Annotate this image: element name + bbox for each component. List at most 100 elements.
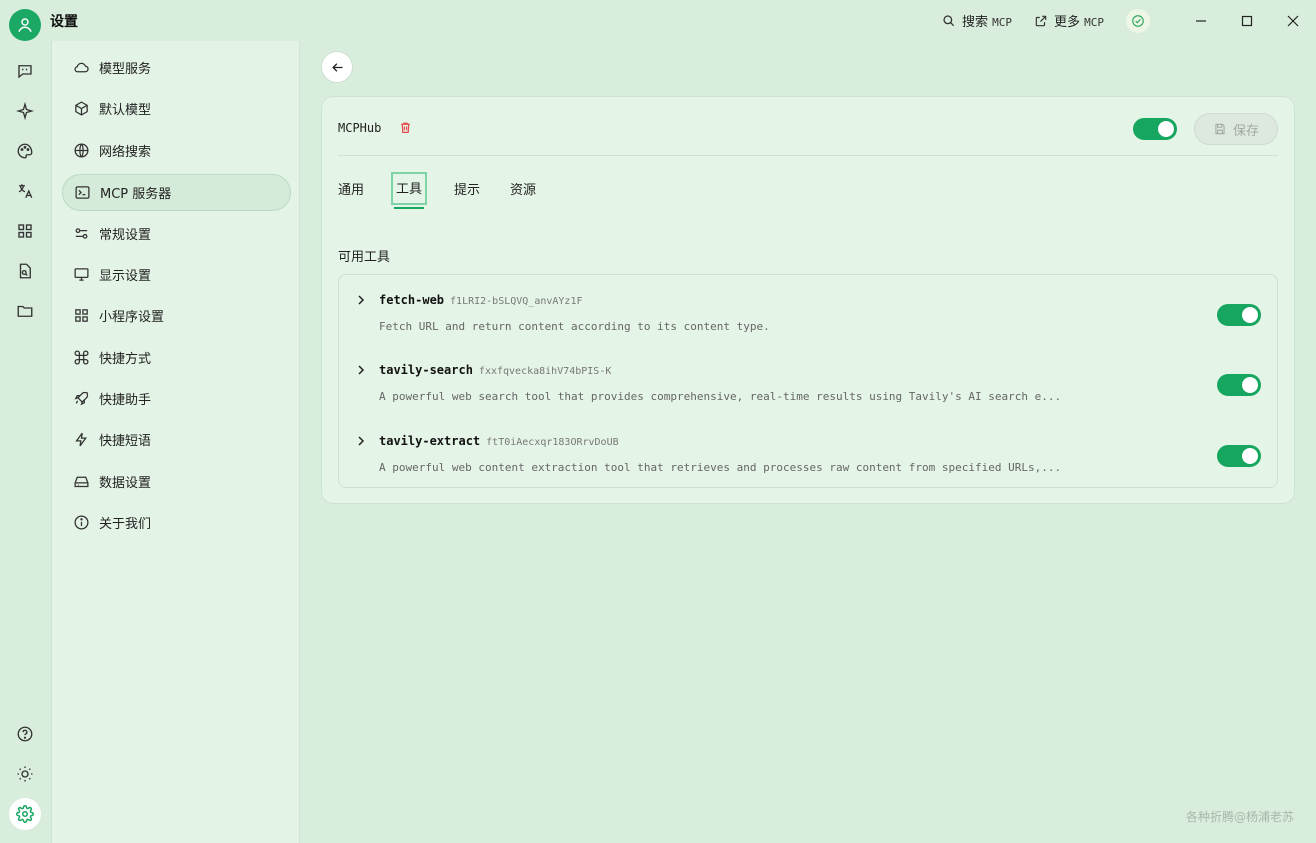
command-icon	[72, 349, 90, 367]
app-title: 设置	[50, 14, 78, 30]
cube-icon	[72, 100, 90, 118]
tool-row: fetch-web f1LRI2-bSLQVQ_anvAYz1F Fetch UR…	[339, 280, 1277, 340]
settings-rail-button[interactable]	[9, 798, 41, 830]
chevron-right-icon[interactable]	[355, 435, 367, 447]
chat-icon[interactable]	[13, 59, 37, 83]
drive-icon	[72, 473, 90, 491]
palette-icon[interactable]	[13, 139, 37, 163]
globe-icon	[72, 142, 90, 160]
sidebar-item-mini-apps[interactable]: 小程序设置	[62, 297, 291, 334]
file-search-icon[interactable]	[13, 259, 37, 283]
tool-id: fxxfqvecka8ihV74bPIS-K	[478, 366, 612, 377]
sidebar-item-general[interactable]: 常规设置	[62, 215, 291, 252]
sidebar-item-label: 小程序设置	[99, 310, 165, 325]
cloud-icon	[72, 59, 90, 77]
more-mcp-label: 更多 MCP	[1053, 15, 1104, 30]
user-avatar[interactable]	[9, 9, 41, 41]
save-icon	[1215, 123, 1225, 135]
status-check[interactable]	[1126, 8, 1150, 33]
sidebar-item-label: 默认模型	[99, 103, 152, 118]
tool-name: tavily-extract ftT0iAecxqr183ORrvDoUB	[379, 434, 619, 448]
minimize-icon	[1196, 19, 1206, 22]
trash-icon	[401, 122, 410, 133]
sidebar-item-label: 网络搜索	[99, 145, 152, 160]
save-button[interactable]: 保存	[1194, 113, 1278, 145]
help-icon[interactable]	[13, 722, 37, 746]
rocket-icon	[72, 390, 90, 408]
server-tabs: 通用 工具 提示 资源	[338, 172, 566, 209]
sidebar-item-label: 显示设置	[99, 269, 152, 284]
mcp-server-panel: MCPHub 保存 通用 工具 提示 资源 可用工具 fetch-web f1LR…	[321, 96, 1295, 504]
minimize-button[interactable]	[1178, 0, 1224, 41]
back-button[interactable]	[321, 51, 353, 83]
search-mcp-link[interactable]: 搜索 MCP	[942, 11, 1012, 30]
sidebar-item-label: 模型服务	[99, 62, 152, 77]
sidebar-item-quick-assistant[interactable]: 快捷助手	[62, 380, 291, 417]
sliders-icon	[72, 225, 90, 243]
terminal-icon	[73, 184, 91, 202]
sidebar-item-display[interactable]: 显示设置	[62, 256, 291, 293]
sidebar-item-web-search[interactable]: 网络搜索	[62, 132, 291, 169]
maximize-icon	[1241, 15, 1253, 26]
sidebar-item-label: 快捷方式	[99, 352, 152, 367]
monitor-icon	[72, 266, 90, 284]
sidebar-item-data[interactable]: 数据设置	[62, 463, 291, 500]
settings-gear-icon	[16, 805, 34, 823]
close-button[interactable]	[1270, 0, 1316, 41]
tab-prompts[interactable]: 提示	[454, 175, 480, 202]
grid-icon	[72, 307, 90, 325]
server-name: MCPHub	[338, 121, 382, 135]
tool-enable-toggle[interactable]	[1217, 445, 1261, 467]
external-link-icon	[1035, 15, 1047, 26]
zap-icon	[72, 431, 90, 449]
arrow-left-icon	[331, 62, 342, 72]
close-icon	[1287, 15, 1299, 26]
title-bar: 设置 搜索 MCP 更多 MCP	[0, 0, 1316, 41]
tool-id: ftT0iAecxqr183ORrvDoUB	[486, 437, 619, 448]
sidebar-item-mcp-servers[interactable]: MCP 服务器	[62, 174, 291, 211]
settings-sidebar: 模型服务 默认模型 网络搜索 MCP 服务器 常规设置 显示设置 小程序设置 快…	[51, 41, 300, 843]
sun-icon[interactable]	[13, 762, 37, 786]
search-icon	[943, 14, 955, 26]
tool-name: tavily-search fxxfqvecka8ihV74bPIS-K	[379, 363, 612, 377]
tool-description: A powerful web search tool that provides…	[379, 390, 1062, 403]
delete-server-button[interactable]	[399, 121, 413, 135]
header-divider	[338, 155, 1278, 156]
sidebar-item-label: 数据设置	[99, 476, 152, 491]
more-mcp-link[interactable]: 更多 MCP	[1034, 11, 1104, 30]
tool-row: tavily-search fxxfqvecka8ihV74bPIS-K A po…	[339, 350, 1277, 410]
server-enable-toggle[interactable]	[1133, 118, 1177, 140]
tab-general[interactable]: 通用	[338, 175, 364, 202]
sidebar-item-quick-phrases[interactable]: 快捷短语	[62, 421, 291, 458]
translate-icon[interactable]	[13, 179, 37, 203]
folder-icon[interactable]	[13, 299, 37, 323]
sidebar-item-label: 关于我们	[99, 517, 152, 532]
apps-grid-icon[interactable]	[13, 219, 37, 243]
save-label: 保存	[1232, 123, 1259, 139]
sidebar-item-default-model[interactable]: 默认模型	[62, 90, 291, 127]
sparkle-icon[interactable]	[13, 99, 37, 123]
chevron-right-icon[interactable]	[355, 294, 367, 306]
icon-rail	[0, 41, 50, 843]
sidebar-item-label: 快捷助手	[99, 393, 152, 408]
tab-resources[interactable]: 资源	[510, 175, 536, 202]
tool-enable-toggle[interactable]	[1217, 304, 1261, 326]
available-tools-title: 可用工具	[338, 250, 391, 265]
tool-row: tavily-extract ftT0iAecxqr183ORrvDoUB A p…	[339, 421, 1277, 481]
sidebar-item-about[interactable]: 关于我们	[62, 504, 291, 541]
tab-tools[interactable]: 工具	[391, 172, 428, 209]
watermark: 各种折腾@杨浦老苏	[1185, 810, 1294, 824]
sidebar-item-label: 快捷短语	[99, 434, 152, 449]
maximize-button[interactable]	[1224, 0, 1270, 41]
sidebar-item-label: MCP 服务器	[100, 187, 172, 202]
sidebar-item-label: 常规设置	[99, 228, 152, 243]
chevron-right-icon[interactable]	[355, 364, 367, 376]
sidebar-item-model-service[interactable]: 模型服务	[62, 49, 291, 86]
user-icon	[18, 18, 32, 33]
info-icon	[72, 514, 90, 532]
tool-enable-toggle[interactable]	[1217, 374, 1261, 396]
search-mcp-label: 搜索 MCP	[961, 15, 1012, 30]
tool-description: A powerful web content extraction tool t…	[379, 461, 1062, 474]
tool-description: Fetch URL and return content according t…	[379, 320, 770, 333]
sidebar-item-shortcuts[interactable]: 快捷方式	[62, 339, 291, 376]
